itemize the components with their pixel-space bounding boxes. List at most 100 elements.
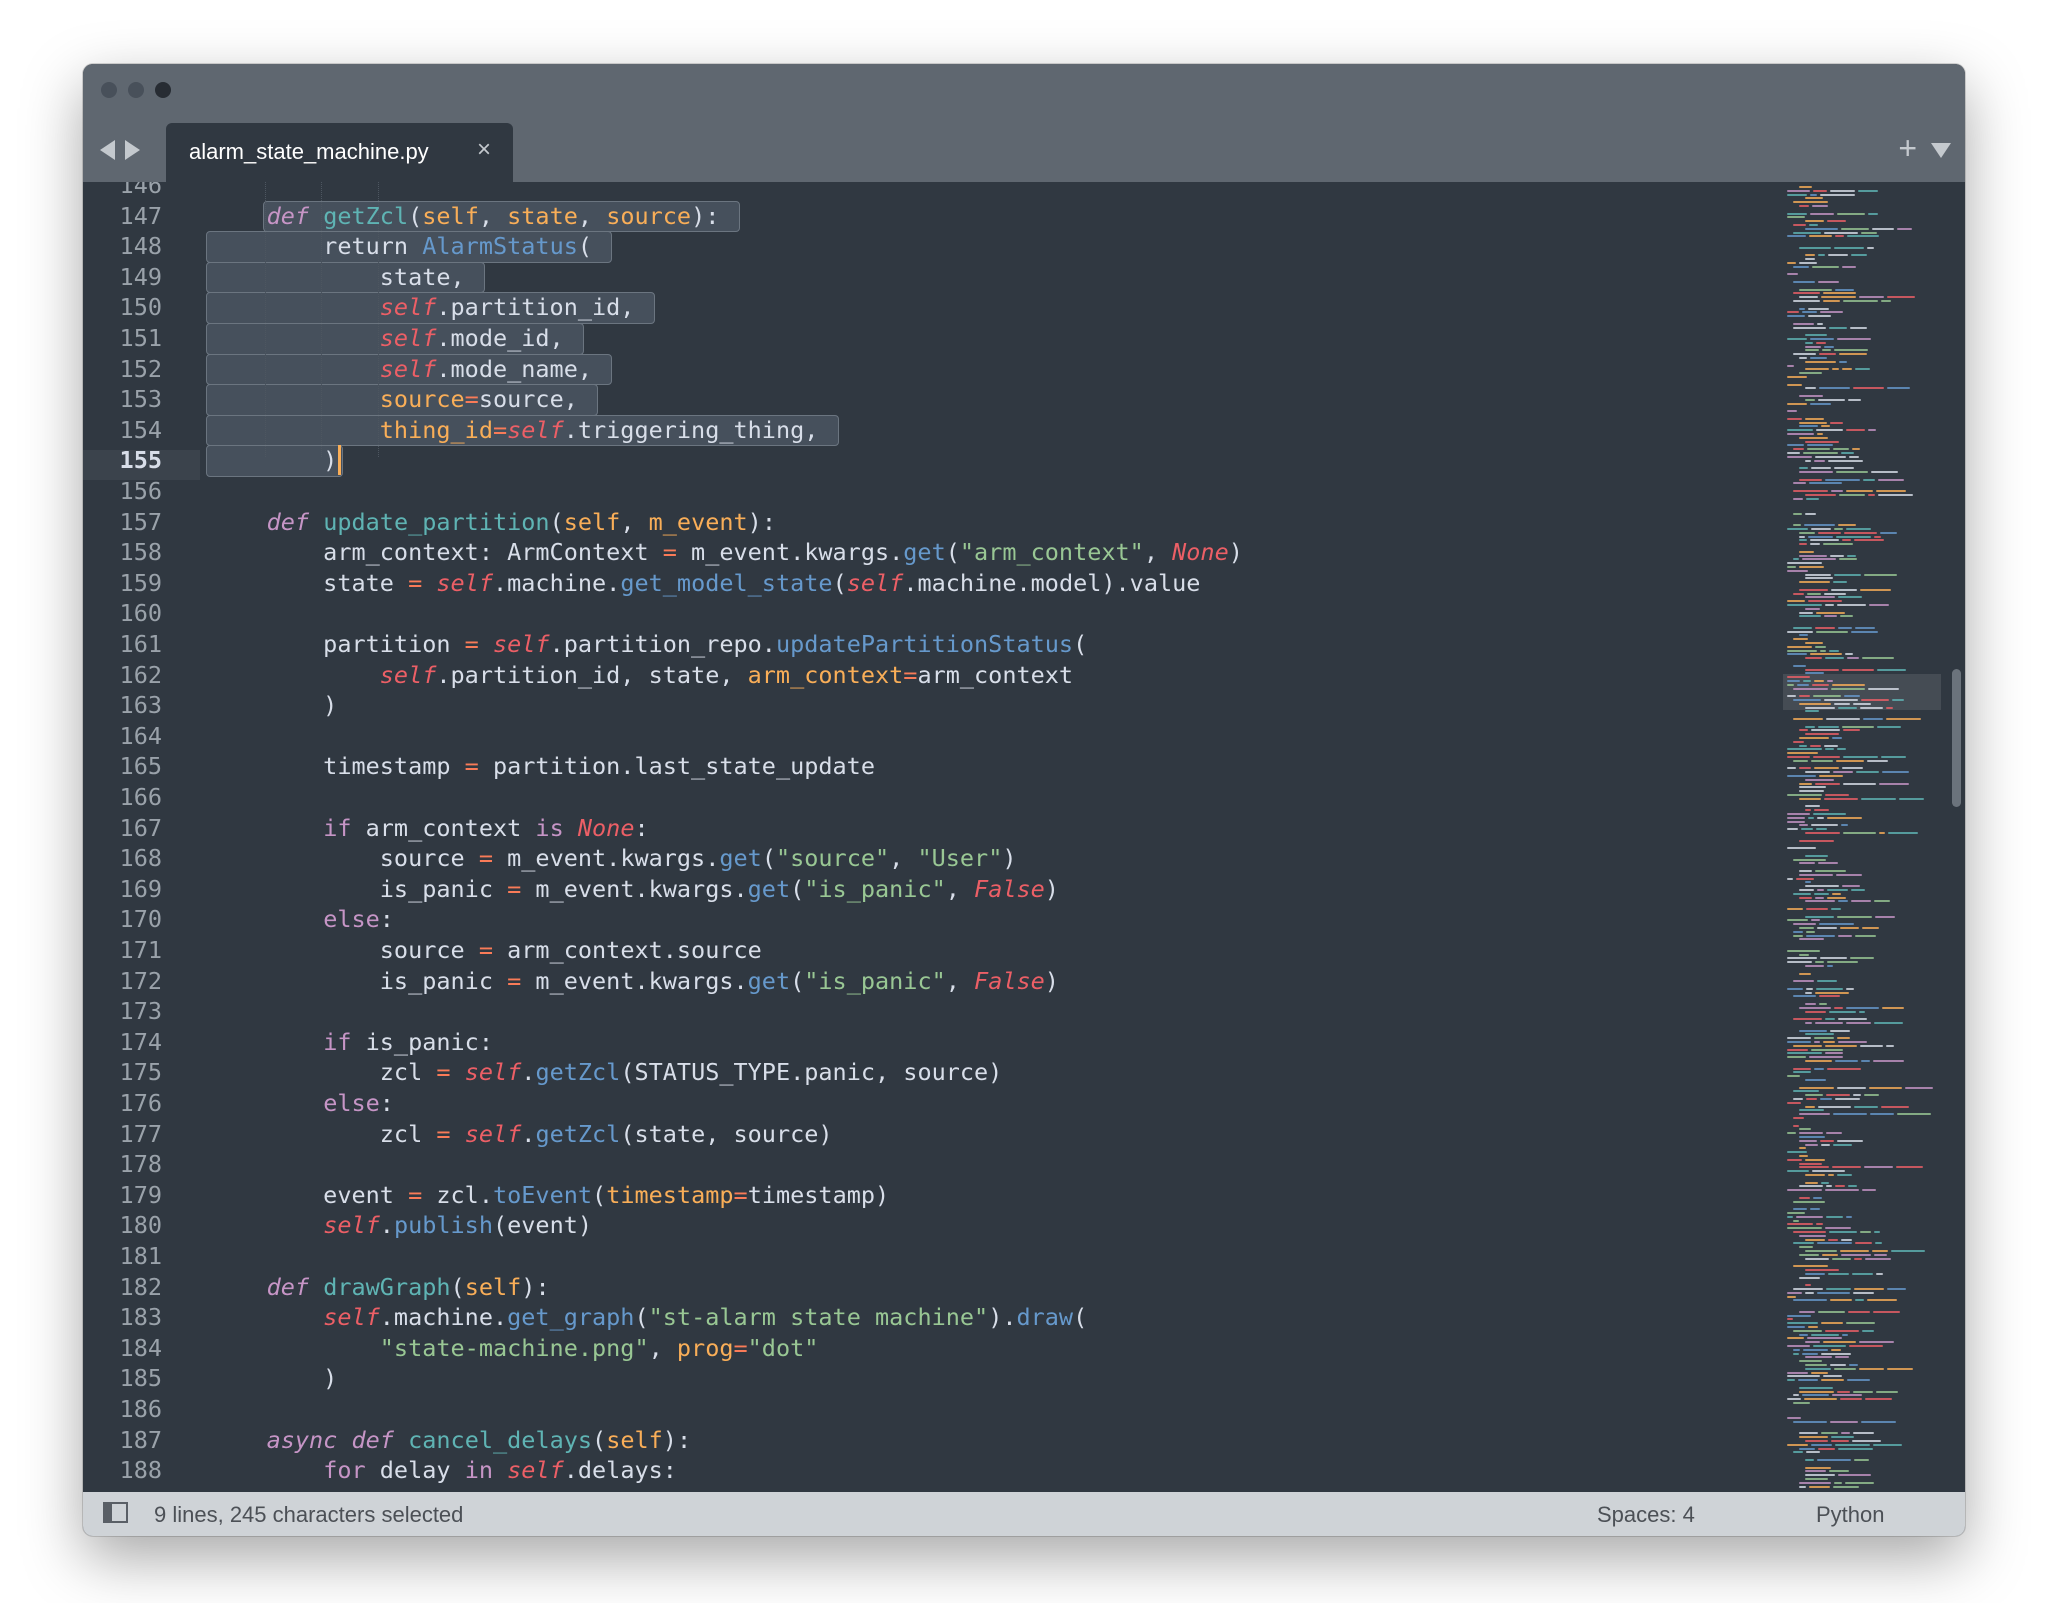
minimap-line (1830, 1299, 1852, 1302)
minimap-line (1805, 1079, 1826, 1081)
minimap-line (1880, 531, 1897, 534)
minimap-line (1835, 1443, 1870, 1446)
code-token: self (492, 630, 550, 658)
minimap-line (1811, 1371, 1828, 1374)
sidebar-toggle-icon[interactable] (103, 1502, 128, 1523)
code-token: .triggering_thing, (563, 415, 819, 444)
minimap-line (1881, 756, 1906, 758)
minimap-line (1860, 1231, 1871, 1233)
code-token: self (379, 293, 437, 322)
minimap-line (1799, 1386, 1833, 1389)
line-number: 163 (119, 691, 162, 720)
line-number: 177 (119, 1119, 162, 1148)
minimap-line (1799, 1139, 1817, 1142)
minimap-line (1839, 493, 1865, 496)
minimap-line (1863, 478, 1875, 481)
minimap-line (1811, 1443, 1832, 1446)
minimap-line (1787, 410, 1797, 413)
minimap-line (1813, 813, 1846, 815)
forward-arrow-icon[interactable] (125, 140, 140, 160)
minimap-line (1867, 246, 1874, 249)
minimap-line (1833, 1485, 1859, 1488)
minimap-line (1854, 1459, 1869, 1461)
minimap-line (1836, 759, 1864, 762)
minimap-line (1793, 300, 1820, 302)
minimap-line (1805, 900, 1835, 903)
minimap-line (1808, 1326, 1818, 1328)
tab-menu-dropdown-icon[interactable] (1931, 143, 1951, 158)
minimap-line (1836, 873, 1862, 876)
minimap-line (1787, 1314, 1811, 1317)
minimap-line (1851, 900, 1871, 903)
minimap-line (1799, 1113, 1830, 1116)
minimap-line (1874, 900, 1890, 903)
minimap-line (1787, 1170, 1809, 1173)
minimap-line (1793, 490, 1828, 492)
syntax-status[interactable]: Python (1816, 1502, 1885, 1528)
minimap-line (1816, 630, 1848, 633)
minimap-line (1814, 892, 1829, 895)
minimap-line (1793, 281, 1815, 283)
minimap[interactable] (1783, 182, 1943, 1536)
minimap-line (1787, 1322, 1818, 1325)
minimap-line (1834, 1006, 1843, 1009)
code-token: ( (790, 966, 805, 995)
code-token: ( (832, 568, 847, 597)
minimap-line (1799, 615, 1821, 618)
minimap-line (1799, 1136, 1825, 1138)
minimap-line (1793, 923, 1816, 926)
code-token: = (733, 1333, 748, 1362)
minimap-line (1830, 554, 1844, 557)
vertical-scrollbar[interactable] (1949, 182, 1963, 1536)
minimap-line (1805, 881, 1811, 884)
code-token: False (974, 966, 1045, 995)
code-token: zcl. (422, 1180, 493, 1209)
minimap-line (1874, 1231, 1880, 1233)
minimap-line (1821, 1181, 1829, 1184)
minimap-line (1808, 816, 1814, 819)
close-window-button[interactable] (101, 82, 117, 98)
minimap-line (1841, 1253, 1871, 1256)
minimap-line (1810, 338, 1834, 340)
line-number-gutter: 146 147 148 149 150 151 152 153 154 155 156 157 158 1… (83, 182, 200, 1536)
tab-alarm-state-machine[interactable]: alarm_state_machine.py × (166, 123, 513, 182)
minimap-line (1869, 1086, 1902, 1089)
code-line: return AlarmStatus( (210, 231, 592, 262)
minimap-line (1805, 1105, 1815, 1108)
line-number: 166 (119, 783, 162, 811)
minimap-line (1793, 1352, 1799, 1355)
minimap-line (1843, 729, 1860, 732)
back-arrow-icon[interactable] (100, 140, 115, 160)
minimap-line (1804, 524, 1835, 527)
minimap-line (1826, 1132, 1842, 1135)
minimap-line (1856, 771, 1879, 774)
add-tab-icon[interactable]: + (1898, 132, 1917, 164)
minimap-line (1799, 972, 1811, 975)
minimap-line (1793, 1265, 1828, 1268)
minimap-line (1799, 425, 1818, 428)
minimap-line (1827, 965, 1833, 967)
minimap-line (1841, 824, 1848, 827)
code-area[interactable]: def getZcl(self, state, source): return … (206, 182, 1810, 1484)
minimap-line (1818, 531, 1841, 534)
code-line: is_panic = m_event.kwargs.get("is_panic"… (210, 966, 1059, 997)
code-editor[interactable]: 146 147 148 149 150 151 152 153 154 155 156 157 158 1… (83, 182, 1965, 1536)
code-token: "source" (775, 844, 890, 873)
close-tab-icon[interactable]: × (477, 136, 491, 164)
code-token: .machine. (379, 1303, 508, 1332)
minimap-line (1799, 1360, 1822, 1363)
scrollbar-thumb[interactable] (1952, 669, 1961, 807)
minimap-line (1835, 1356, 1849, 1359)
minimap-line (1873, 1310, 1900, 1313)
minimize-window-button[interactable] (128, 82, 144, 98)
minimap-line (1844, 531, 1877, 534)
indentation-status[interactable]: Spaces: 4 (1597, 1502, 1695, 1528)
minimap-line (1836, 471, 1868, 473)
zoom-window-button[interactable] (155, 82, 171, 98)
minimap-line (1787, 417, 1802, 420)
minimap-line (1802, 1394, 1829, 1397)
minimap-line (1817, 889, 1824, 891)
minimap-line (1787, 1379, 1795, 1382)
code-token: ) (210, 446, 338, 475)
code-line: self.machine.get_graph("st-alarm state m… (210, 1302, 1087, 1333)
